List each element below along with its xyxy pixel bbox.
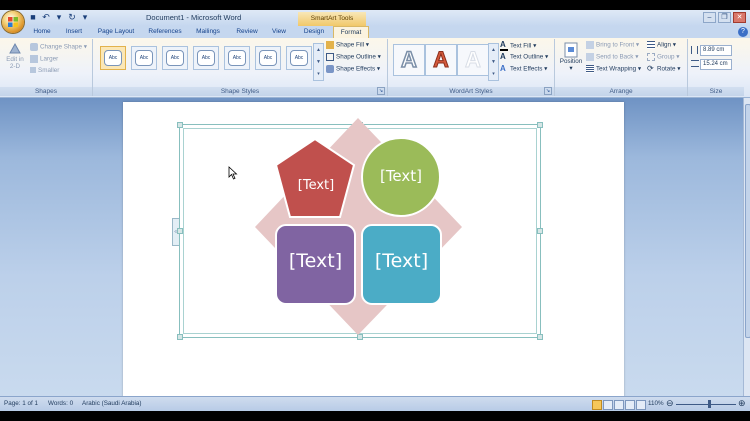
zoom-in-icon[interactable]: ⊕: [738, 398, 746, 409]
smartart-text-3[interactable]: [Text]: [277, 250, 354, 272]
mouse-cursor-icon: [228, 166, 238, 180]
print-layout-view-icon[interactable]: [592, 400, 602, 410]
status-page[interactable]: Page: 1 of 1: [4, 400, 38, 407]
outline-view-icon[interactable]: [625, 400, 635, 410]
zoom-slider-knob[interactable]: [708, 400, 711, 408]
status-language[interactable]: Arabic (Saudi Arabia): [82, 400, 142, 407]
smartart-text-4[interactable]: [Text]: [363, 250, 440, 272]
web-layout-view-icon[interactable]: [614, 400, 624, 410]
smartart-text-2[interactable]: [Text]: [368, 167, 434, 185]
full-screen-reading-view-icon[interactable]: [603, 400, 613, 410]
draft-view-icon[interactable]: [636, 400, 646, 410]
zoom-slider-track[interactable]: [676, 404, 736, 405]
zoom-out-icon[interactable]: ⊖: [666, 398, 674, 409]
word-window: ■ ↶ ▾ ↻ ▾ Document1 - Microsoft Word Sma…: [0, 10, 750, 411]
smartart-graphic: [255, 118, 462, 335]
smartart-text-1[interactable]: [Text]: [285, 178, 347, 193]
office-logo-icon: [8, 17, 18, 27]
status-words[interactable]: Words: 0: [48, 400, 73, 407]
status-bar: Page: 1 of 1 Words: 0 Arabic (Saudi Arab…: [0, 396, 750, 411]
office-button[interactable]: [2, 11, 24, 33]
zoom-level[interactable]: 110%: [648, 400, 664, 407]
